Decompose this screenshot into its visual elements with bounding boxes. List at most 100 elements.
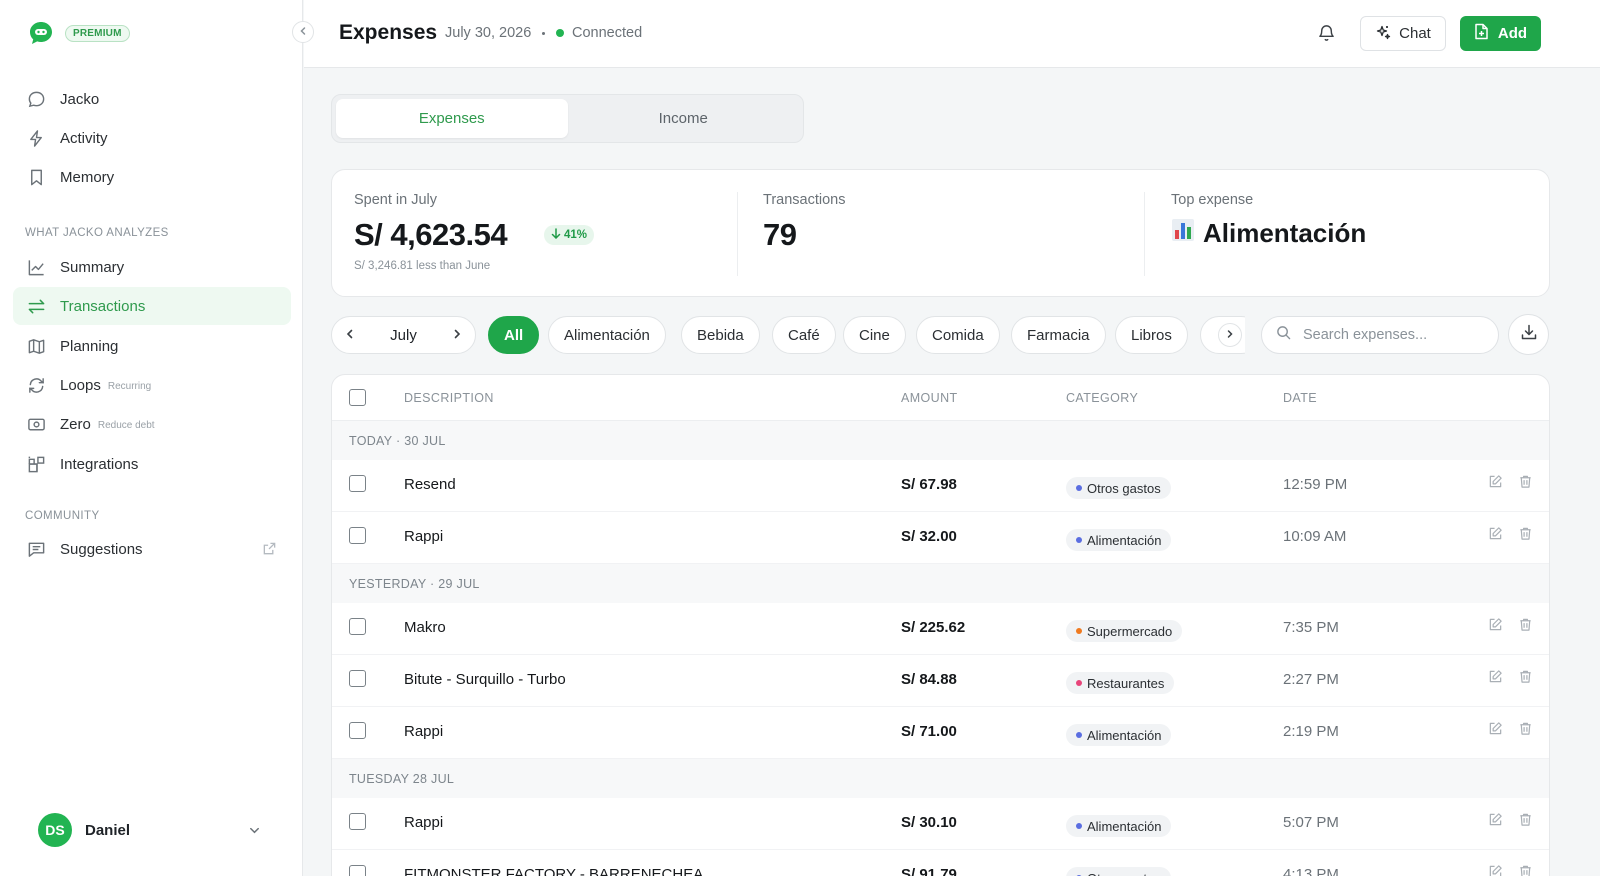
add-button[interactable]: Add	[1460, 16, 1541, 51]
repeat-icon	[26, 375, 46, 395]
row-checkbox[interactable]	[349, 865, 366, 876]
sidebar-item-planning[interactable]: Planning	[13, 327, 291, 365]
stats-card: Spent in July S/ 4,623.54 41% S/ 3,246.8…	[331, 169, 1550, 297]
row-time: 12:59 PM	[1283, 476, 1348, 493]
category-badge[interactable]: Alimentación	[1066, 529, 1172, 551]
chip-cafe[interactable]: Café	[772, 316, 836, 354]
edit-icon[interactable]	[1488, 526, 1503, 546]
tab-income[interactable]: Income	[568, 99, 800, 138]
sidebar-item-zero[interactable]: Zero Reduce debt	[13, 405, 291, 443]
table-row[interactable]: Resend S/ 67.98 Otros gastos 12:59 PM	[332, 460, 1549, 512]
row-checkbox[interactable]	[349, 527, 366, 544]
trash-icon[interactable]	[1518, 864, 1533, 876]
row-description: Bitute - Surquillo - Turbo	[404, 671, 566, 688]
sidebar-item-label: Summary	[60, 258, 125, 276]
sidebar-item-summary[interactable]: Summary	[13, 248, 291, 286]
chip-libros[interactable]: Libros	[1115, 316, 1188, 354]
chip-farmacia[interactable]: Farmacia	[1011, 316, 1106, 354]
user-menu[interactable]: DS Daniel	[38, 813, 130, 847]
chip-bebida[interactable]: Bebida	[681, 316, 760, 354]
trash-icon[interactable]	[1518, 669, 1533, 689]
category-badge[interactable]: Otros gastos	[1066, 477, 1171, 499]
category-chips: All Alimentación Bebida Café Cine Comida…	[488, 316, 1245, 354]
sidebar-item-sublabel: Recurring	[107, 380, 152, 392]
chat-button-label: Chat	[1399, 25, 1431, 42]
chevron-left-icon[interactable]	[344, 327, 356, 344]
download-icon	[1520, 323, 1538, 346]
row-checkbox[interactable]	[349, 722, 366, 739]
bell-icon[interactable]	[1317, 23, 1336, 47]
category-badge[interactable]: Supermercado	[1066, 620, 1183, 642]
change-badge-value: 41%	[564, 229, 588, 241]
table-row[interactable]: FITMONSTER FACTORY - BARRENECHEA S/ 91.79…	[332, 850, 1549, 876]
group-label: TODAY · 30 JUL	[349, 434, 446, 448]
chip-all[interactable]: All	[488, 316, 540, 354]
row-amount: S/ 225.62	[901, 619, 966, 636]
chip-comida[interactable]: Comida	[916, 316, 1000, 354]
row-checkbox[interactable]	[349, 670, 366, 687]
month-label: July	[390, 326, 417, 344]
download-button[interactable]	[1508, 314, 1549, 355]
sidebar-item-transactions[interactable]: Transactions	[13, 287, 291, 325]
trash-icon[interactable]	[1518, 474, 1533, 494]
group-header: YESTERDAY · 29 JUL	[332, 564, 1549, 603]
tab-expenses[interactable]: Expenses	[336, 99, 568, 138]
edit-icon[interactable]	[1488, 617, 1503, 637]
chip-cine[interactable]: Cine	[843, 316, 906, 354]
stat-value: Alimentación	[1171, 218, 1366, 249]
collapse-sidebar-button[interactable]	[292, 21, 314, 43]
edit-icon[interactable]	[1488, 721, 1503, 741]
stat-label: Spent in July	[354, 192, 438, 208]
edit-icon[interactable]	[1488, 669, 1503, 689]
column-header-description[interactable]: DESCRIPTION	[404, 391, 494, 405]
sidebar: PREMIUM Jacko Activity Memory WHAT JACKO…	[0, 0, 303, 876]
category-badge[interactable]: Alimentación	[1066, 724, 1172, 746]
column-header-category[interactable]: CATEGORY	[1066, 391, 1138, 405]
edit-icon[interactable]	[1488, 474, 1503, 494]
row-time: 10:09 AM	[1283, 528, 1347, 545]
sidebar-item-label: Integrations	[60, 455, 139, 473]
table-row[interactable]: Rappi S/ 32.00 Alimentación 10:09 AM	[332, 512, 1549, 564]
search-input[interactable]	[1303, 327, 1483, 343]
table-row[interactable]: Bitute - Surquillo - Turbo S/ 84.88 Restau…	[332, 655, 1549, 707]
sidebar-item-activity[interactable]: Activity	[13, 119, 291, 157]
edit-icon[interactable]	[1488, 864, 1503, 876]
row-amount: S/ 32.00	[901, 528, 957, 545]
section-label-analyzes: WHAT JACKO ANALYZES	[25, 227, 169, 239]
row-checkbox[interactable]	[349, 475, 366, 492]
chat-button[interactable]: Chat	[1360, 16, 1446, 51]
bar-chart-icon	[1171, 218, 1203, 249]
sidebar-item-label: Memory	[60, 168, 115, 186]
row-checkbox[interactable]	[349, 813, 366, 830]
sidebar-item-integrations[interactable]: Integrations	[13, 445, 291, 483]
table-row[interactable]: Rappi S/ 30.10 Alimentación 5:07 PM	[332, 798, 1549, 850]
category-badge[interactable]: Otros gastos	[1066, 867, 1171, 876]
sidebar-item-loops[interactable]: Loops Recurring	[13, 366, 291, 404]
column-header-date[interactable]: DATE	[1283, 391, 1317, 405]
category-badge[interactable]: Restaurantes	[1066, 672, 1175, 694]
table-row[interactable]: Rappi S/ 71.00 Alimentación 2:19 PM	[332, 707, 1549, 759]
user-name: Daniel	[85, 821, 131, 839]
trash-icon[interactable]	[1518, 721, 1533, 741]
chevron-right-icon[interactable]	[451, 327, 463, 344]
divider	[1144, 192, 1145, 276]
column-header-amount[interactable]: AMOUNT	[901, 391, 958, 405]
table-row[interactable]: Makro S/ 225.62 Supermercado 7:35 PM	[332, 603, 1549, 655]
sidebar-item-jacko[interactable]: Jacko	[13, 80, 291, 118]
row-time: 2:19 PM	[1283, 723, 1339, 740]
row-checkbox[interactable]	[349, 618, 366, 635]
chips-scroll-right-button[interactable]	[1218, 323, 1242, 347]
sidebar-item-label: Activity	[60, 129, 108, 147]
trash-icon[interactable]	[1518, 617, 1533, 637]
chevron-down-icon[interactable]	[248, 824, 261, 842]
category-badge[interactable]: Alimentación	[1066, 815, 1172, 837]
trash-icon[interactable]	[1518, 526, 1533, 546]
chip-alimentacion[interactable]: Alimentación	[548, 316, 666, 354]
sidebar-item-memory[interactable]: Memory	[13, 158, 291, 196]
edit-icon[interactable]	[1488, 812, 1503, 832]
group-header: TODAY · 30 JUL	[332, 421, 1549, 460]
select-all-checkbox[interactable]	[349, 389, 366, 406]
sidebar-item-suggestions[interactable]: Suggestions	[13, 530, 291, 568]
trash-icon[interactable]	[1518, 812, 1533, 832]
jacko-logo-icon[interactable]	[28, 20, 54, 46]
